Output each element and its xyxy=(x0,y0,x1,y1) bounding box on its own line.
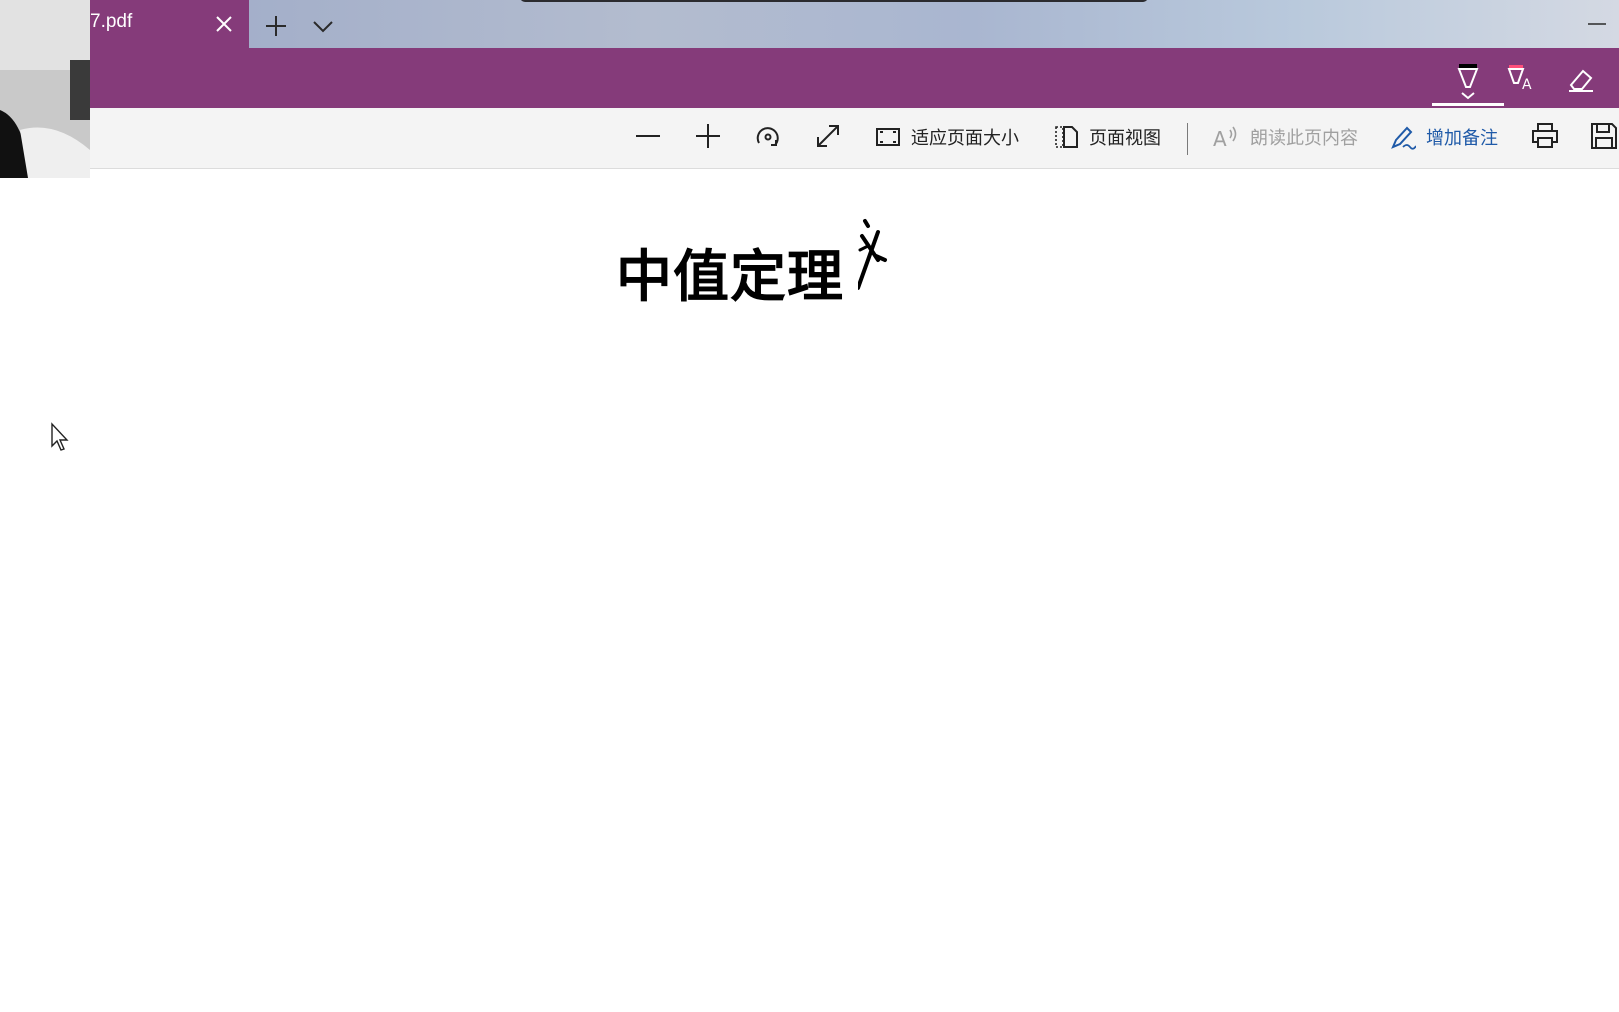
read-aloud-label: 朗读此页内容 xyxy=(1250,128,1358,148)
ink-toolbar: A xyxy=(0,48,1619,108)
zoom-out-icon[interactable] xyxy=(633,121,663,151)
save-icon[interactable] xyxy=(1589,121,1619,151)
svg-text:A: A xyxy=(1213,127,1227,150)
page-heading: 中值定理 xyxy=(616,244,844,310)
reader-toolbar: 适应页面大小 页面视图 A 朗读此页内容 增加备注 xyxy=(0,108,1619,169)
page-view-button[interactable]: 页面视图 xyxy=(1053,121,1161,153)
page-view-label: 页面视图 xyxy=(1089,128,1161,148)
new-tab-icon[interactable] xyxy=(263,13,289,39)
eraser-icon[interactable] xyxy=(1566,65,1596,95)
fit-page-label: 适应页面大小 xyxy=(911,128,1019,148)
title-bar: 7.pdf xyxy=(0,0,1619,48)
read-aloud-icon: A xyxy=(1213,126,1237,150)
close-tab-icon[interactable] xyxy=(211,11,237,37)
read-aloud-button[interactable]: A 朗读此页内容 xyxy=(1212,121,1358,153)
svg-text:A: A xyxy=(1522,77,1532,93)
minimize-icon[interactable] xyxy=(1585,12,1609,36)
webcam-overlay xyxy=(0,0,90,178)
zoom-in-icon[interactable] xyxy=(693,121,723,151)
pen-icon[interactable] xyxy=(1432,61,1504,103)
active-tool-indicator xyxy=(1432,103,1504,106)
overlay-shadow xyxy=(520,0,1148,2)
tab-title: 7.pdf xyxy=(90,11,133,32)
toolbar-divider xyxy=(1187,123,1188,155)
mouse-cursor xyxy=(51,422,69,451)
fit-page-icon xyxy=(876,128,900,146)
add-note-icon xyxy=(1391,126,1416,150)
highlighter-icon[interactable]: A xyxy=(1506,63,1536,93)
rotate-icon[interactable] xyxy=(753,121,783,151)
chevron-down-icon[interactable] xyxy=(310,13,336,39)
ink-annotation xyxy=(858,219,887,290)
webcam-image xyxy=(0,0,90,178)
page-view-icon xyxy=(1055,126,1078,148)
print-icon[interactable] xyxy=(1530,121,1560,151)
add-note-button[interactable]: 增加备注 xyxy=(1390,121,1498,153)
add-note-label: 增加备注 xyxy=(1426,128,1498,148)
fit-page-button[interactable]: 适应页面大小 xyxy=(875,121,1019,153)
fullscreen-icon[interactable] xyxy=(813,121,843,151)
